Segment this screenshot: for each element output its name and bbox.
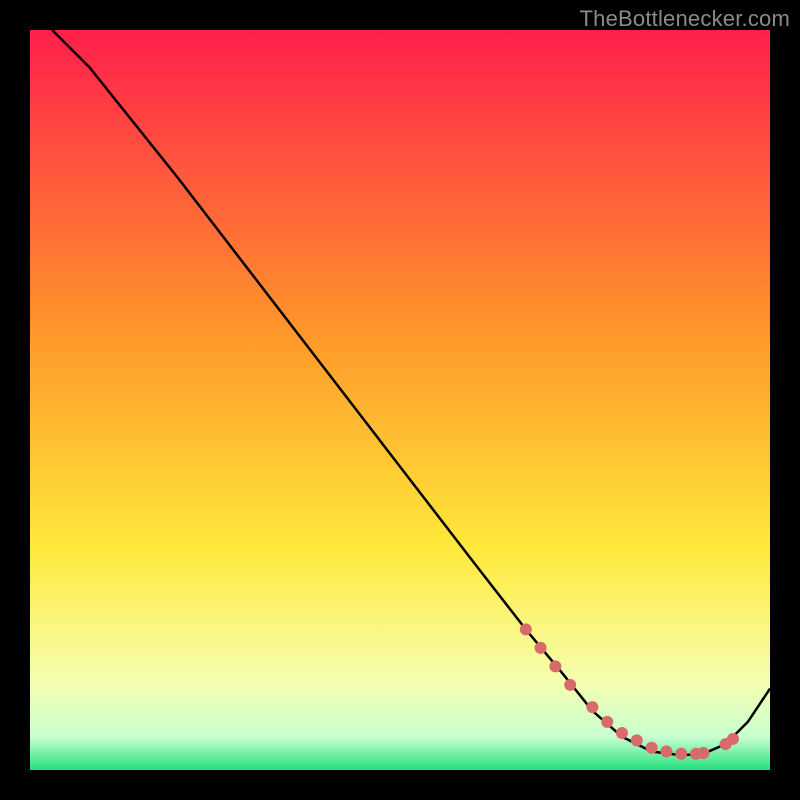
highlight-dot <box>535 642 547 654</box>
highlight-dot <box>675 748 687 760</box>
highlight-dot <box>549 660 561 672</box>
highlight-dot <box>660 746 672 758</box>
highlight-dot <box>520 623 532 635</box>
highlight-dot <box>616 727 628 739</box>
bottleneck-chart <box>30 30 770 770</box>
highlight-dot <box>601 716 613 728</box>
highlight-dot <box>646 742 658 754</box>
highlight-dot <box>586 701 598 713</box>
watermark-text: TheBottlenecker.com <box>580 6 790 32</box>
highlight-dot <box>631 734 643 746</box>
highlight-dot <box>727 733 739 745</box>
highlight-dot <box>697 747 709 759</box>
highlight-dot <box>564 679 576 691</box>
gradient-background <box>30 30 770 770</box>
chart-frame: TheBottlenecker.com <box>0 0 800 800</box>
